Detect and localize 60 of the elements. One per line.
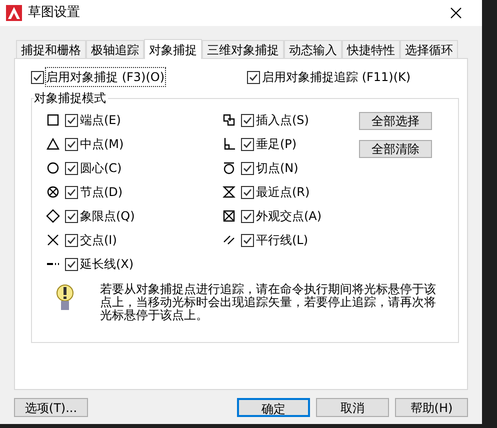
checkbox[interactable] <box>241 138 254 150</box>
parallel-lines-icon <box>222 233 236 247</box>
checkbox[interactable] <box>31 70 44 84</box>
diamond-icon <box>46 209 60 223</box>
overlapping-squares-icon <box>222 113 236 127</box>
app-logo-icon <box>6 5 22 21</box>
hint-text: 若要从对象捕捉点进行追踪，请在命令执行期间将光标悬停于该点上，当移动光标时会出现追踪矢量，若要停止追踪，请再次将光标悬停于该点上。 <box>100 283 437 322</box>
tab[interactable]: 选择循环 <box>400 40 458 58</box>
tab[interactable]: 动态输入 <box>284 40 342 58</box>
checkbox-label: 垂足(P) <box>256 136 297 153</box>
checkbox[interactable] <box>241 186 254 198</box>
checkbox[interactable] <box>65 162 78 174</box>
select-button[interactable]: 全部选择 <box>359 112 432 130</box>
checkbox[interactable] <box>241 234 254 246</box>
checkbox[interactable] <box>65 234 78 246</box>
tab[interactable]: 三维对象捕捉 <box>202 40 284 58</box>
checkbox-label: 象限点(Q) <box>80 208 135 225</box>
checkbox[interactable] <box>65 114 78 126</box>
tangent-circle-icon <box>222 161 236 175</box>
tab[interactable]: 极轴追踪 <box>86 40 144 58</box>
options-button[interactable]: 选项(T)... <box>14 398 88 416</box>
tab[interactable]: 快捷特性 <box>342 40 400 58</box>
checkbox-label: 平行线(L) <box>256 232 308 249</box>
checkbox[interactable] <box>65 138 78 150</box>
checkbox[interactable] <box>241 162 254 174</box>
checkbox[interactable] <box>247 70 260 84</box>
checkbox-label: 端点(E) <box>80 112 121 129</box>
checkbox-label: 启用对象捕捉追踪 (F11)(K) <box>262 69 411 86</box>
checkbox-label: 延长线(X) <box>80 256 134 273</box>
dialog-button[interactable]: 确定 <box>237 398 310 416</box>
checkbox-label: 中点(M) <box>80 136 124 153</box>
circle-icon <box>46 161 60 175</box>
checkbox-label: 最近点(R) <box>256 184 310 201</box>
checkbox-label: 外观交点(A) <box>256 208 322 225</box>
checkbox-label: 圆心(C) <box>80 160 122 177</box>
tab[interactable]: 对象捕捉 <box>144 39 202 59</box>
checkbox[interactable] <box>65 186 78 198</box>
checkbox-label: 节点(D) <box>80 184 123 201</box>
window-title: 草图设置 <box>28 4 80 22</box>
triangle-icon <box>46 137 60 151</box>
checkbox[interactable] <box>241 114 254 126</box>
tab[interactable]: 捕捉和栅格 <box>16 40 86 58</box>
perpendicular-icon <box>222 137 236 151</box>
crossed-square-icon <box>222 209 236 223</box>
checkbox-label: 切点(N) <box>256 160 298 177</box>
checkbox-label: 交点(I) <box>80 232 117 249</box>
crossed-circle-icon <box>46 185 60 199</box>
checkbox-label: 启用对象捕捉 (F3)(O) <box>46 68 165 86</box>
checkbox-label: 插入点(S) <box>256 112 309 129</box>
checkbox[interactable] <box>241 210 254 222</box>
group-title: 对象捕捉模式 <box>34 90 108 106</box>
dialog-button[interactable]: 帮助(H) <box>395 398 468 416</box>
cross-icon <box>46 233 60 247</box>
checkbox[interactable] <box>65 210 78 222</box>
close-icon[interactable] <box>450 7 462 19</box>
square-icon <box>46 113 60 127</box>
hourglass-icon <box>222 185 236 199</box>
dialog-button[interactable]: 取消 <box>316 398 389 416</box>
select-button[interactable]: 全部清除 <box>359 140 432 158</box>
checkbox[interactable] <box>65 258 78 270</box>
